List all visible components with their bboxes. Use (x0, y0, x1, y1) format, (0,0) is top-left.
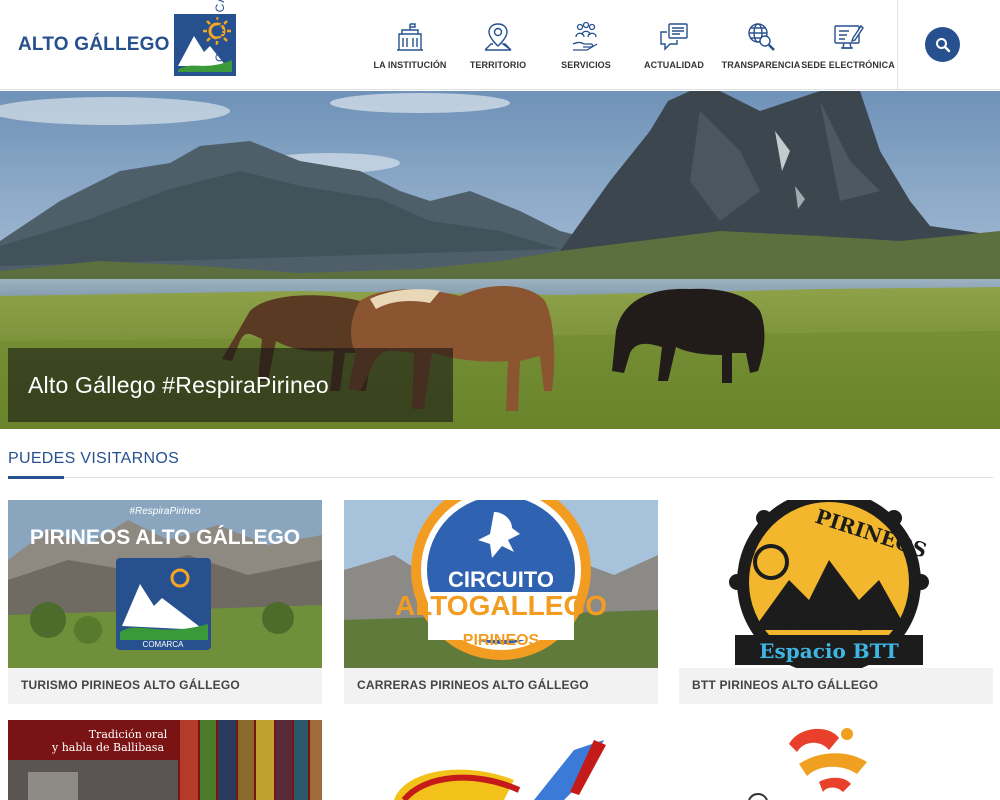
poster-line1: CIRCUITO (448, 567, 554, 592)
hero-caption: Alto Gállego #RespiraPirineo (8, 348, 453, 422)
poster-badge: COMARCA (143, 640, 185, 649)
search-icon (935, 37, 950, 52)
section-divider (8, 477, 993, 478)
nav-item-servicios[interactable]: SERVICIOS (542, 0, 630, 90)
nav-label: SERVICIOS (561, 60, 611, 70)
books-image: Tradición oral y habla de Ballibasa (8, 720, 322, 800)
card-image: #RespiraPirineo PIRINEOS ALTO GÁLLEGO CO… (8, 500, 322, 668)
nav-label: ACTUALIDAD (644, 60, 704, 70)
card-label: CARRERAS PIRINEOS ALTO GÁLLEGO (357, 678, 589, 692)
hero-caption-text: Alto Gállego #RespiraPirineo (28, 371, 329, 398)
poster-tag: #RespiraPirineo (129, 506, 201, 517)
logo-text: ALTO GÁLLEGO (18, 34, 170, 55)
chat-icon (660, 23, 688, 51)
search-button[interactable] (925, 27, 960, 62)
card-image: CIRCUITO ALTOGALLEGO PIRINEOS (344, 500, 658, 668)
poster-title: PIRINEOS ALTO GÁLLEGO (30, 526, 300, 549)
card-tradicion-oral[interactable]: Tradición oral y habla de Ballibasa (8, 720, 322, 800)
nav-label: LA INSTITUCIÓN (373, 60, 447, 70)
hero-banner[interactable]: Alto Gállego #RespiraPirineo (0, 91, 1000, 429)
nav-divider (897, 0, 898, 90)
nav-item-actualidad[interactable]: ACTUALIDAD (630, 0, 718, 90)
main-nav: LA INSTITUCIÓN TERRITORIO SERVICIOS ACTU… (366, 0, 895, 90)
map-pin-icon (484, 23, 512, 51)
card-label: BTT PIRINEOS ALTO GÁLLEGO (692, 678, 879, 692)
book-line1: Tradición oral (89, 728, 168, 741)
card-abstract-logo[interactable] (344, 720, 658, 800)
site-logo[interactable]: ALTO GÁLLEGO (18, 14, 236, 76)
poster-line3: PIRINEOS (463, 632, 540, 649)
book-line2: y habla de Ballibasa (51, 741, 164, 754)
card-tourism-spain-logo[interactable] (679, 720, 993, 800)
poster-line2: ALTOGALLEGO (395, 590, 607, 621)
card-image: PIRINEOS Alto Gállego Espacio BTT (679, 500, 993, 668)
people-hand-icon (572, 21, 598, 51)
nav-item-sede-electronica[interactable]: SEDE ELECTRÓNICA (801, 0, 895, 90)
carreras-poster-image: CIRCUITO ALTOGALLEGO PIRINEOS (344, 500, 658, 668)
poster-sub: Alto Gállego (783, 617, 874, 632)
building-icon (397, 23, 423, 51)
nav-item-territorio[interactable]: TERRITORIO (454, 0, 542, 90)
site-header: ALTO GÁLLEGO COMARCA LA INSTITUCIÓN TERR… (0, 0, 1000, 90)
btt-logo-image: PIRINEOS Alto Gállego Espacio BTT (679, 500, 993, 668)
nav-label: TRANSPARENCIA (721, 60, 801, 70)
section-title: PUEDES VISITARNOS (8, 450, 180, 467)
globe-magnifier-icon (748, 23, 775, 51)
turismo-poster-image: #RespiraPirineo PIRINEOS ALTO GÁLLEGO CO… (8, 500, 322, 668)
section-divider-accent (8, 476, 64, 479)
card-turismo[interactable]: #RespiraPirineo PIRINEOS ALTO GÁLLEGO CO… (8, 500, 322, 704)
card-label: TURISMO PIRINEOS ALTO GÁLLEGO (21, 678, 240, 692)
monitor-pen-icon (834, 24, 864, 49)
abstract-logo-image (344, 720, 658, 800)
card-btt[interactable]: PIRINEOS Alto Gállego Espacio BTT BTT PI… (679, 500, 993, 704)
nav-label: TERRITORIO (469, 60, 527, 70)
nav-label: SEDE ELECTRÓNICA (801, 60, 895, 70)
sun-logo-image (679, 720, 993, 800)
card-carreras[interactable]: CIRCUITO ALTOGALLEGO PIRINEOS CARRERAS P… (344, 500, 658, 704)
poster-band: Espacio BTT (759, 639, 899, 663)
nav-item-transparencia[interactable]: TRANSPARENCIA (718, 0, 804, 90)
nav-item-institucion[interactable]: LA INSTITUCIÓN (366, 0, 454, 90)
logo-subtitle: COMARCA (213, 0, 227, 62)
